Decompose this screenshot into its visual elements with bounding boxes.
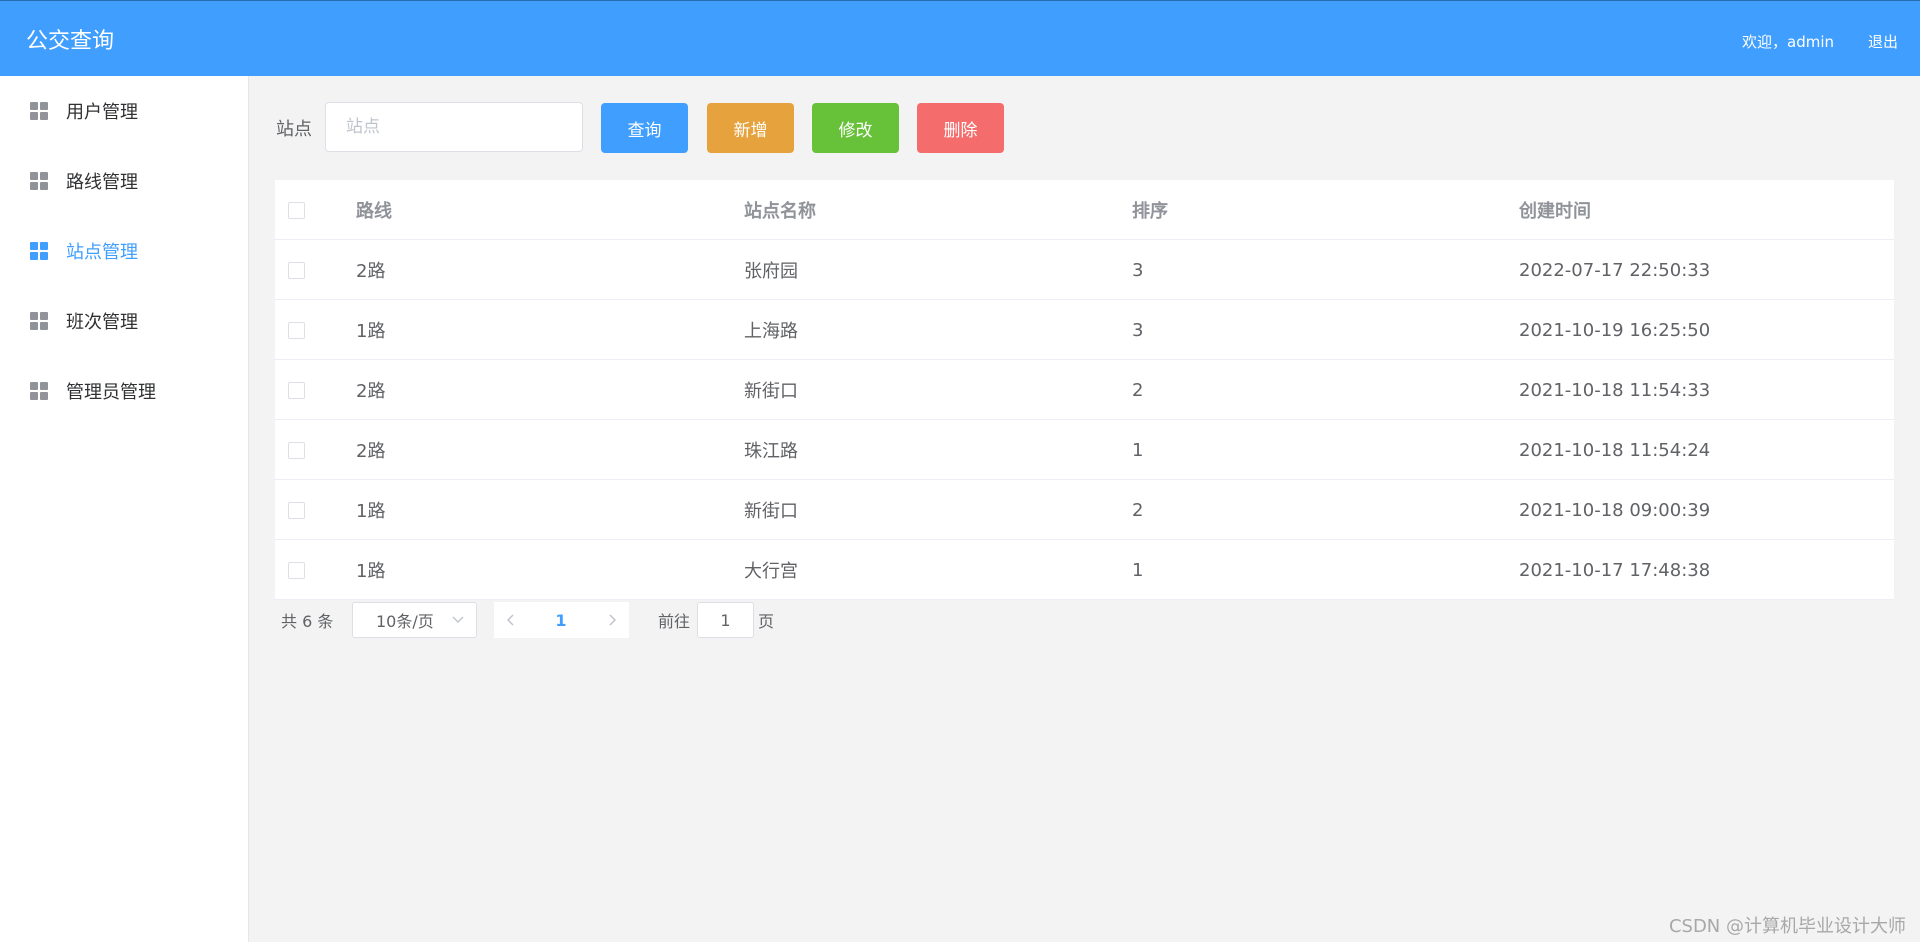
table-row[interactable]: 1路 新街口 2 2021-10-18 09:00:39 <box>275 480 1894 540</box>
sidebar-item-label: 站点管理 <box>66 242 138 263</box>
cell-route: 2路 <box>356 441 386 462</box>
app-title: 公交查询 <box>26 29 115 54</box>
grid-icon <box>30 312 48 330</box>
welcome-text: 欢迎，admin <box>1742 33 1834 51</box>
row-checkbox[interactable] <box>288 441 305 459</box>
column-header-sort[interactable]: 排序 <box>1132 180 1168 240</box>
select-all-checkbox[interactable] <box>288 201 305 219</box>
sidebar-item-label: 路线管理 <box>66 172 138 193</box>
cell-route: 1路 <box>356 501 386 522</box>
sidebar-item-admin-management[interactable]: 管理员管理 <box>0 356 249 426</box>
grid-icon <box>30 382 48 400</box>
sidebar-item-stop-management[interactable]: 站点管理 <box>0 216 249 286</box>
cell-sort: 3 <box>1132 319 1144 341</box>
cell-sort: 2 <box>1132 499 1144 521</box>
table-row[interactable]: 2路 珠江路 1 2021-10-18 11:54:24 <box>275 420 1894 480</box>
sidebar-item-route-management[interactable]: 路线管理 <box>0 146 249 216</box>
cell-route: 1路 <box>356 321 386 342</box>
cell-route: 2路 <box>356 381 386 402</box>
table-header-row: 路线 站点名称 排序 创建时间 <box>275 180 1894 240</box>
cell-sort: 3 <box>1132 259 1144 281</box>
cell-created-time: 2021-10-18 11:54:33 <box>1519 379 1711 401</box>
page-size-value: 10条/页 <box>376 612 434 631</box>
sidebar-item-label: 班次管理 <box>66 312 138 333</box>
table-row[interactable]: 2路 新街口 2 2021-10-18 11:54:33 <box>275 360 1894 420</box>
row-checkbox[interactable] <box>288 561 305 579</box>
cell-created-time: 2021-10-17 17:48:38 <box>1519 559 1711 581</box>
cell-created-time: 2021-10-19 16:25:50 <box>1519 319 1711 341</box>
pagination-pager: 1 <box>494 602 629 638</box>
stops-table: 路线 站点名称 排序 创建时间 2路 张府园 3 2022-07-17 22:5… <box>275 180 1894 600</box>
cell-created-time: 2021-10-18 11:54:24 <box>1519 439 1711 461</box>
sidebar-item-label: 用户管理 <box>66 102 138 123</box>
cell-route: 1路 <box>356 561 386 582</box>
cell-stop-name: 张府园 <box>744 261 798 282</box>
row-checkbox[interactable] <box>288 381 305 399</box>
prev-page-button[interactable] <box>494 602 528 638</box>
cell-created-time: 2022-07-17 22:50:33 <box>1519 259 1711 281</box>
next-page-button[interactable] <box>595 602 629 638</box>
page-size-select[interactable]: 10条/页 <box>352 602 477 638</box>
logout-link[interactable]: 退出 <box>1868 31 1898 52</box>
stop-search-input[interactable] <box>325 102 583 152</box>
cell-stop-name: 新街口 <box>744 501 798 522</box>
stop-filter-label: 站点 <box>276 119 312 140</box>
chevron-right-icon <box>609 614 617 626</box>
cell-stop-name: 上海路 <box>744 321 798 342</box>
row-checkbox[interactable] <box>288 261 305 279</box>
top-header: 公交查询 欢迎，admin 退出 <box>0 0 1920 76</box>
cell-stop-name: 珠江路 <box>744 441 798 462</box>
watermark: CSDN @计算机毕业设计大师 <box>1668 916 1906 937</box>
row-checkbox[interactable] <box>288 321 305 339</box>
page-number-current[interactable]: 1 <box>542 602 580 638</box>
column-header-stop-name[interactable]: 站点名称 <box>744 180 816 240</box>
cell-sort: 1 <box>1132 559 1144 581</box>
goto-unit-label: 页 <box>758 612 775 631</box>
grid-icon <box>30 242 48 260</box>
chevron-left-icon <box>506 614 514 626</box>
sidebar-item-label: 管理员管理 <box>66 382 156 403</box>
chevron-down-icon <box>452 616 464 623</box>
goto-label: 前往 <box>658 612 691 631</box>
delete-button[interactable]: 删除 <box>917 103 1004 153</box>
cell-stop-name: 大行宫 <box>744 561 798 582</box>
add-button[interactable]: 新增 <box>707 103 794 153</box>
cell-route: 2路 <box>356 261 386 282</box>
cell-sort: 2 <box>1132 379 1144 401</box>
query-button[interactable]: 查询 <box>601 103 688 153</box>
table-row[interactable]: 1路 上海路 3 2021-10-19 16:25:50 <box>275 300 1894 360</box>
grid-icon <box>30 102 48 120</box>
table-row[interactable]: 2路 张府园 3 2022-07-17 22:50:33 <box>275 240 1894 300</box>
cell-stop-name: 新街口 <box>744 381 798 402</box>
sidebar-item-schedule-management[interactable]: 班次管理 <box>0 286 249 356</box>
column-header-created-time[interactable]: 创建时间 <box>1519 180 1591 240</box>
sidebar: 用户管理 路线管理 站点管理 班次管理 管理员管理 <box>0 76 249 942</box>
table-row[interactable]: 1路 大行宫 1 2021-10-17 17:48:38 <box>275 540 1894 600</box>
grid-icon <box>30 172 48 190</box>
sidebar-item-user-management[interactable]: 用户管理 <box>0 76 249 146</box>
cell-created-time: 2021-10-18 09:00:39 <box>1519 499 1711 521</box>
cell-sort: 1 <box>1132 439 1144 461</box>
column-header-route[interactable]: 路线 <box>356 180 392 240</box>
row-checkbox[interactable] <box>288 501 305 519</box>
edit-button[interactable]: 修改 <box>812 103 899 153</box>
pagination-total: 共 6 条 <box>281 612 334 631</box>
goto-page-input[interactable] <box>697 602 754 638</box>
